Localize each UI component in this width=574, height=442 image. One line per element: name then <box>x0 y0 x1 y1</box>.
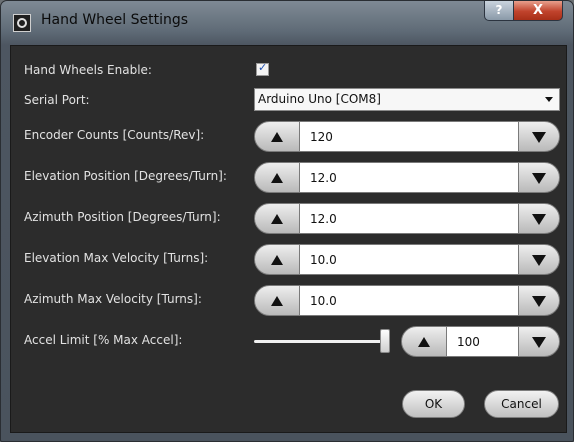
azimuth-max-velocity-label: Azimuth Max Velocity [Turns]: <box>24 292 202 306</box>
accel-limit-increment-button[interactable] <box>401 326 447 357</box>
elevation-position-decrement-button[interactable] <box>518 162 560 193</box>
chevron-down-icon <box>545 97 553 102</box>
elevation-max-velocity-increment-button[interactable] <box>254 244 300 275</box>
accel-limit-value: 100 <box>457 335 480 349</box>
azimuth-max-velocity-spinbox: 10.0 <box>254 285 560 316</box>
azimuth-position-increment-button[interactable] <box>254 203 300 234</box>
down-arrow-icon <box>532 173 546 184</box>
encoder-counts-label: Encoder Counts [Counts/Rev]: <box>24 128 205 142</box>
up-arrow-icon <box>271 214 283 224</box>
encoder-counts-increment-button[interactable] <box>254 121 300 152</box>
accel-limit-slider-handle[interactable] <box>380 329 390 353</box>
checkmark-icon: ✓ <box>258 61 268 74</box>
elevation-max-velocity-value: 10.0 <box>310 253 337 267</box>
azimuth-position-field[interactable]: 12.0 <box>300 203 518 234</box>
up-arrow-icon <box>271 296 283 306</box>
accel-limit-spinbox: 100 <box>401 326 560 357</box>
accel-limit-field[interactable]: 100 <box>447 326 518 357</box>
down-arrow-icon <box>532 296 546 307</box>
azimuth-max-velocity-field[interactable]: 10.0 <box>300 285 518 316</box>
down-arrow-icon <box>532 214 546 225</box>
elevation-position-increment-button[interactable] <box>254 162 300 193</box>
serial-port-dropdown[interactable]: Arduino Uno [COM8] <box>254 88 560 111</box>
azimuth-position-label: Azimuth Position [Degrees/Turn]: <box>24 210 221 224</box>
azimuth-position-value: 12.0 <box>310 212 337 226</box>
azimuth-position-spinbox: 12.0 <box>254 203 560 234</box>
up-arrow-icon <box>271 173 283 183</box>
hand-wheels-enable-checkbox[interactable]: ✓ <box>256 61 269 76</box>
hand-wheels-enable-label: Hand Wheels Enable: <box>24 63 152 77</box>
azimuth-max-velocity-value: 10.0 <box>310 294 337 308</box>
elevation-position-field[interactable]: 12.0 <box>300 162 518 193</box>
encoder-counts-decrement-button[interactable] <box>518 121 560 152</box>
down-arrow-icon <box>532 337 546 348</box>
azimuth-position-decrement-button[interactable] <box>518 203 560 234</box>
down-arrow-icon <box>532 255 546 266</box>
accel-limit-decrement-button[interactable] <box>518 326 560 357</box>
up-arrow-icon <box>271 132 283 142</box>
help-button[interactable]: ? <box>484 1 514 21</box>
encoder-counts-value: 120 <box>310 130 333 144</box>
up-arrow-icon <box>418 337 430 347</box>
serial-port-value: Arduino Uno [COM8] <box>258 92 381 106</box>
cancel-button[interactable]: Cancel <box>484 390 559 418</box>
window-title: Hand Wheel Settings <box>41 12 189 28</box>
encoder-counts-field[interactable]: 120 <box>300 121 518 152</box>
accel-limit-label: Accel Limit [% Max Accel]: <box>24 333 183 347</box>
encoder-counts-spinbox: 120 <box>254 121 560 152</box>
title-bar[interactable]: Hand Wheel Settings ? X <box>1 1 573 45</box>
azimuth-max-velocity-increment-button[interactable] <box>254 285 300 316</box>
down-arrow-icon <box>532 132 546 143</box>
elevation-position-value: 12.0 <box>310 171 337 185</box>
elevation-position-spinbox: 12.0 <box>254 162 560 193</box>
close-button[interactable]: X <box>513 1 563 21</box>
elevation-max-velocity-spinbox: 10.0 <box>254 244 560 275</box>
accel-limit-slider-track[interactable] <box>254 340 388 343</box>
up-arrow-icon <box>271 255 283 265</box>
ok-button[interactable]: OK <box>402 390 465 418</box>
elevation-max-velocity-decrement-button[interactable] <box>518 244 560 275</box>
serial-port-label: Serial Port: <box>24 93 90 107</box>
elevation-position-label: Elevation Position [Degrees/Turn]: <box>24 169 227 183</box>
elevation-max-velocity-label: Elevation Max Velocity [Turns]: <box>24 251 209 265</box>
azimuth-max-velocity-decrement-button[interactable] <box>518 285 560 316</box>
elevation-max-velocity-field[interactable]: 10.0 <box>300 244 518 275</box>
app-icon <box>13 14 31 32</box>
